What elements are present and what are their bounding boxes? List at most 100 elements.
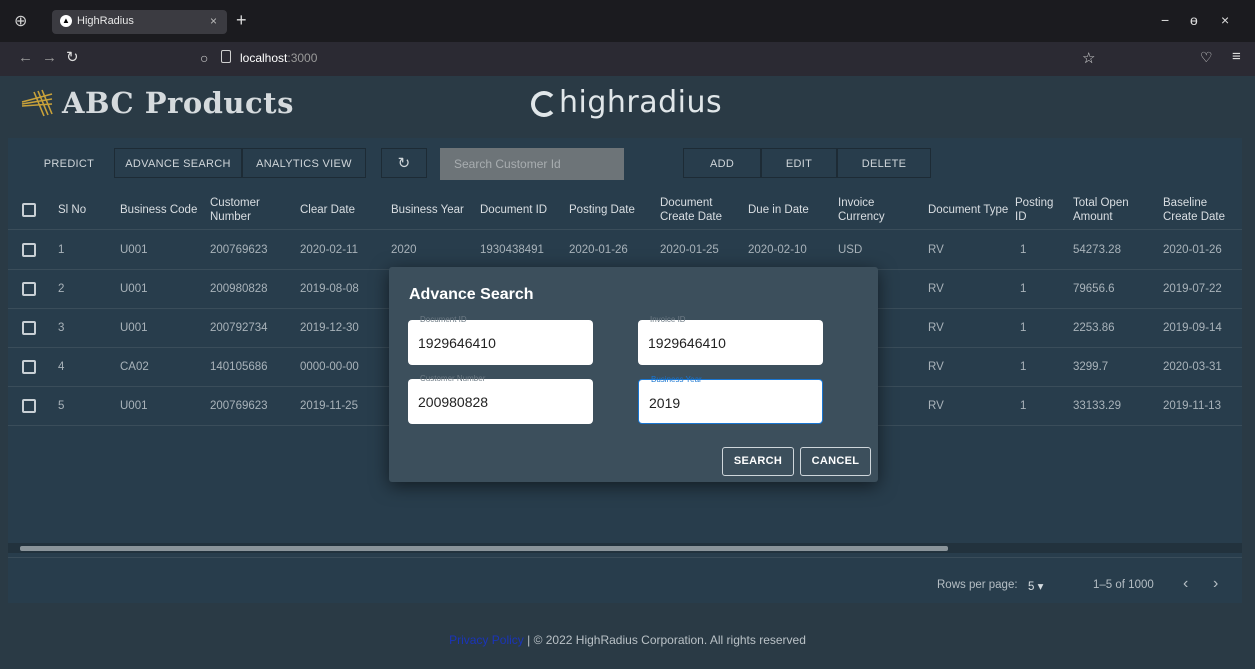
row-checkbox[interactable] [22,321,36,335]
header-due-in-date[interactable]: Due in Date [748,203,809,217]
cell-sl-no: 4 [58,361,65,373]
cell-document-id: 1930438491 [480,244,544,256]
row-checkbox[interactable] [22,360,36,374]
window-close-icon[interactable]: × [1221,12,1229,28]
cell-posting-id: 1 [1020,283,1027,295]
header-invoice-currency[interactable]: Invoice Currency [838,196,885,224]
header-business-year[interactable]: Business Year [391,203,464,217]
tab-close-icon[interactable]: × [210,14,217,28]
analytics-view-button[interactable]: ANALYTICS VIEW [242,148,366,178]
back-icon[interactable]: ← [18,50,33,66]
row-checkbox[interactable] [22,243,36,257]
row-checkbox[interactable] [22,282,36,296]
pocket-icon[interactable]: ♡ [1200,49,1213,66]
header-total-open-amount[interactable]: Total Open Amount [1073,196,1129,224]
privacy-policy-link[interactable]: Privacy Policy [449,633,524,647]
predict-button[interactable]: PREDICT [32,148,106,178]
cell-document-type: RV [928,322,944,334]
cell-document-type: RV [928,283,944,295]
cell-total-open-amount: 3299.7 [1073,361,1109,373]
customer-number-label: Customer Number [420,374,486,383]
address-bar[interactable]: ○ localhost:3000 [195,47,1075,71]
highradius-logo-text: highradius [559,85,723,120]
header-sl-no[interactable]: Sl No [58,203,86,217]
cell-clear-date: 2019-11-25 [300,400,358,412]
refresh-button[interactable]: ↻ [381,148,427,178]
forward-icon[interactable]: → [42,50,57,66]
dropdown-caret-icon: ▾ [1037,581,1044,593]
browser-tab[interactable]: ▲ HighRadius × [52,10,227,34]
cell-customer-number: 200769623 [210,400,268,412]
restore-icon[interactable]: ɵ [1190,12,1198,28]
advance-search-button[interactable]: ADVANCE SEARCH [114,148,242,178]
cell-baseline-create-date: 2020-03-31 [1163,361,1222,373]
header-customer-number[interactable]: Customer Number [210,196,260,224]
reload-icon[interactable]: ↻ [66,50,79,66]
document-id-value: 1929646410 [418,335,496,351]
header-baseline-create-date[interactable]: Baseline Create Date [1163,196,1225,224]
cell-total-open-amount: 2253.86 [1073,322,1115,334]
divider [8,557,1242,558]
cell-customer-number: 140105686 [210,361,268,373]
select-all-checkbox[interactable] [22,203,36,217]
edit-button[interactable]: EDIT [761,148,837,178]
cell-business-code: U001 [120,400,148,412]
page-icon [221,50,231,63]
brand-name: ABC Products [62,86,294,120]
customer-number-value: 200980828 [418,394,489,410]
header-posting-date[interactable]: Posting Date [569,203,635,217]
header-document-type[interactable]: Document Type [928,203,1008,217]
search-button[interactable]: SEARCH [722,447,794,476]
cell-clear-date: 0000-00-00 [300,361,359,373]
invoice-id-label: Invoice ID [650,315,686,324]
bookmark-star-icon[interactable]: ☆ [1082,49,1095,67]
add-button[interactable]: ADD [683,148,761,178]
cell-customer-number: 200769623 [210,244,268,256]
header-business-code[interactable]: Business Code [120,203,197,217]
invoice-id-value: 1929646410 [648,335,726,351]
cell-business-code: U001 [120,322,148,334]
cell-customer-number: 200980828 [210,283,268,295]
header-clear-date[interactable]: Clear Date [300,203,355,217]
footer: Privacy Policy | © 2022 HighRadius Corpo… [0,633,1255,647]
cell-sl-no: 3 [58,322,65,334]
delete-button[interactable]: DELETE [837,148,931,178]
cell-posting-id: 1 [1020,244,1027,256]
cell-document-type: RV [928,361,944,373]
header-document-id[interactable]: Document ID [480,203,547,217]
customer-number-field[interactable]: Customer Number 200980828 [408,374,593,424]
cell-customer-number: 200792734 [210,322,268,334]
cancel-button[interactable]: CANCEL [800,447,871,476]
previous-page-icon[interactable]: ‹ [1183,575,1188,593]
invoice-id-field[interactable]: Invoice ID 1929646410 [638,315,823,365]
cell-business-code: CA02 [120,361,149,373]
search-customer-id-input[interactable] [440,148,624,180]
hamburger-menu-icon[interactable]: ≡ [1232,48,1241,65]
row-checkbox[interactable] [22,399,36,413]
header-document-create-date[interactable]: Document Create Date [660,196,722,224]
cell-clear-date: 2019-08-08 [300,283,359,295]
table-header: Sl No Business Code Customer Number Clear… [8,190,1242,230]
dialog-title: Advance Search [409,286,534,303]
new-tab-button[interactable]: + [236,11,247,29]
cell-sl-no: 2 [58,283,65,295]
minimize-icon[interactable]: − [1161,12,1169,28]
document-id-label: Document ID [420,315,467,324]
globe-icon[interactable]: ⊕ [14,14,27,30]
document-id-field[interactable]: Document ID 1929646410 [408,315,593,365]
business-year-field[interactable]: Business Year 2019 [638,375,823,424]
table-row[interactable]: 1 U001 200769623 2020-02-11 2020 1930438491 20… [8,231,1242,270]
cell-baseline-create-date: 2019-07-22 [1163,283,1222,295]
business-year-label: Business Year [651,375,702,384]
shield-icon[interactable]: ○ [200,50,208,66]
cell-business-code: U001 [120,244,148,256]
next-page-icon[interactable]: › [1213,575,1218,593]
cell-sl-no: 1 [58,244,65,256]
header-posting-id[interactable]: Posting ID [1015,196,1053,224]
cell-due-in-date: 2020-02-10 [748,244,807,256]
cell-total-open-amount: 54273.28 [1073,244,1121,256]
cell-baseline-create-date: 2019-09-14 [1163,322,1222,334]
horizontal-scrollbar-thumb[interactable] [20,546,948,551]
rows-per-page-select[interactable]: 5 ▾ [1028,579,1043,593]
abc-logo-icon [21,89,53,117]
